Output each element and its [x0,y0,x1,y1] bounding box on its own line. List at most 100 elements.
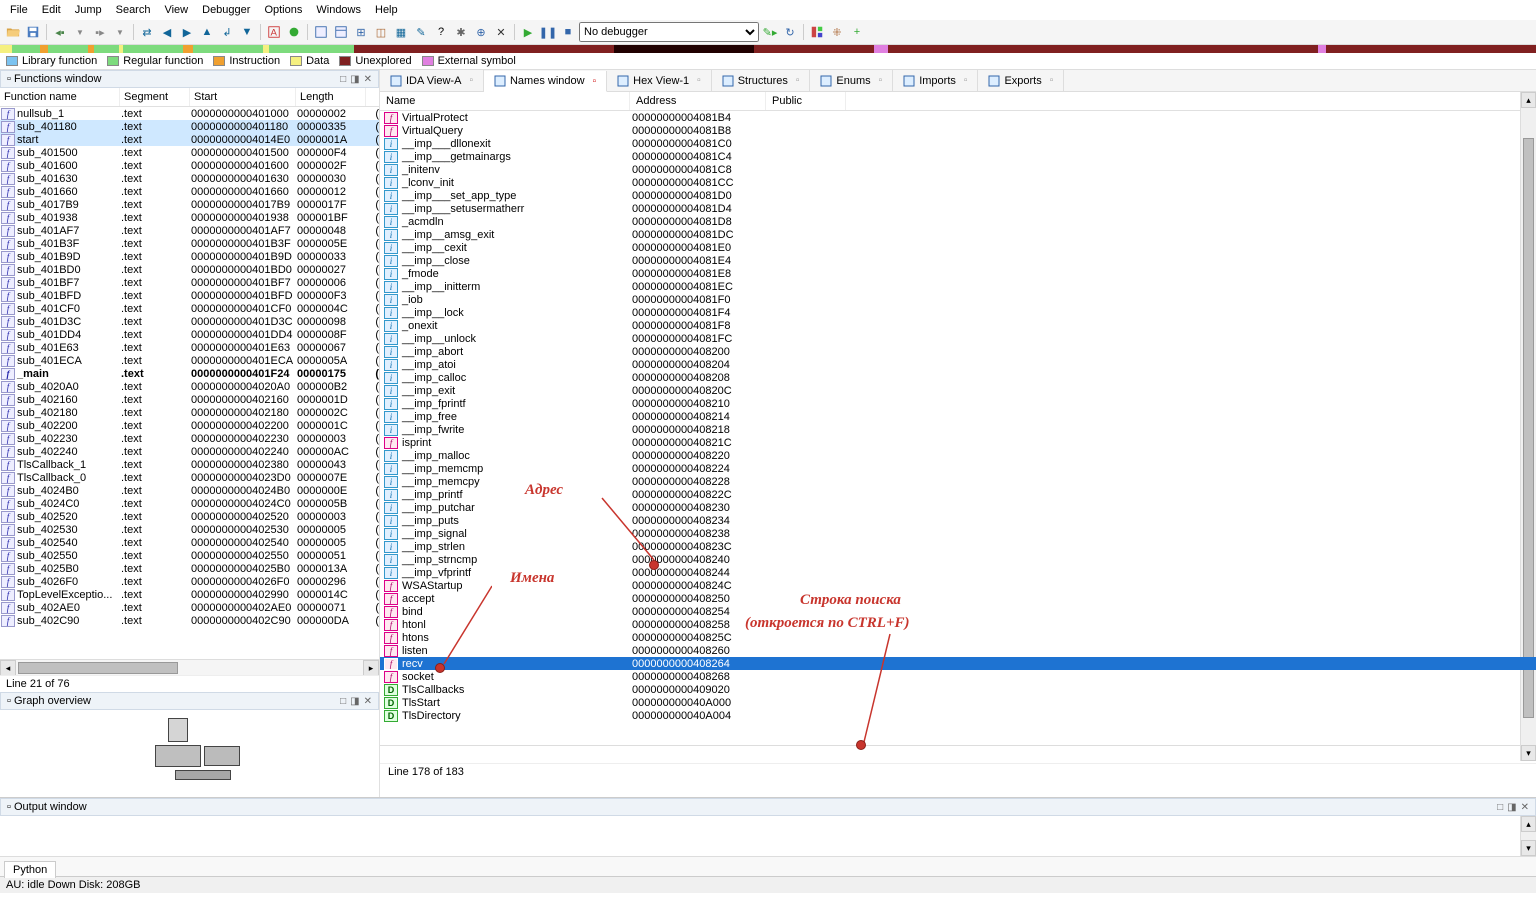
menu-debugger[interactable]: Debugger [196,2,256,18]
name-row[interactable]: i__imp__unlock00000000004081FC [380,332,1536,345]
return-icon[interactable]: ↲ [218,23,236,41]
function-row[interactable]: fsub_4020A0.text00000000004020A0000000B2… [0,380,379,393]
function-row[interactable]: fsub_402C90.text0000000000402C90000000DA… [0,614,379,627]
pause-icon[interactable]: ❚❚ [539,23,557,41]
db-icon[interactable]: ◫ [372,23,390,41]
name-row[interactable]: i__imp___set_app_type00000000004081D0 [380,189,1536,202]
close-panel-icon[interactable]: ✕ [364,74,372,85]
name-row[interactable]: i_onexit00000000004081F8 [380,319,1536,332]
name-row[interactable]: i__imp_memcpy0000000000408228 [380,475,1536,488]
output-body[interactable]: ▴▾ [0,816,1536,856]
function-row[interactable]: fsub_402AE0.text0000000000402AE000000071… [0,601,379,614]
up-icon[interactable]: ▲ [198,23,216,41]
function-row[interactable]: fsub_401CF0.text0000000000401CF00000004C… [0,302,379,315]
save-icon[interactable] [24,23,42,41]
fwd-drop-icon[interactable]: ▼ [111,23,129,41]
menu-view[interactable]: View [158,2,194,18]
open-icon[interactable] [4,23,22,41]
scroll-up-icon[interactable]: ▴ [1521,92,1536,108]
function-row[interactable]: fsub_401ECA.text0000000000401ECA0000005A… [0,354,379,367]
function-row[interactable]: fsub_402240.text0000000000402240000000AC… [0,445,379,458]
function-row[interactable]: fsub_4026F0.text00000000004026F000000296… [0,575,379,588]
tab-close-icon[interactable]: ▫ [593,76,597,87]
function-row[interactable]: fsub_401500.text0000000000401500000000F4… [0,146,379,159]
menu-windows[interactable]: Windows [310,2,367,18]
tab-close-icon[interactable]: ▫ [697,75,701,86]
name-row[interactable]: i__imp__initterm00000000004081EC [380,280,1536,293]
name-row[interactable]: i__imp_calloc0000000000408208 [380,371,1536,384]
text-icon[interactable]: A [265,23,283,41]
function-row[interactable]: f_main.text0000000000401F2400000175( [0,367,379,380]
name-row[interactable]: i__imp__close00000000004081E4 [380,254,1536,267]
name-row[interactable]: faccept0000000000408250 [380,592,1536,605]
nav-bar[interactable] [0,45,1536,53]
function-row[interactable]: fsub_402520.text000000000040252000000003… [0,510,379,523]
tab-structures[interactable]: Structures▫ [712,70,811,91]
function-row[interactable]: fstart.text00000000004014E00000001A( [0,133,379,146]
menu-file[interactable]: File [4,2,34,18]
qmark-icon[interactable]: ? [432,23,450,41]
function-row[interactable]: fTlsCallback_1.text000000000040238000000… [0,458,379,471]
function-row[interactable]: fsub_402530.text000000000040253000000005… [0,523,379,536]
tab-close-icon[interactable]: ▫ [879,75,883,86]
name-row[interactable]: i_acmdln00000000004081D8 [380,215,1536,228]
search-line[interactable] [380,745,1536,763]
function-row[interactable]: fsub_401180.text000000000040118000000335… [0,120,379,133]
name-row[interactable]: i__imp_vfprintf0000000000408244 [380,566,1536,579]
function-row[interactable]: fsub_401DD4.text0000000000401DD40000008F… [0,328,379,341]
name-row[interactable]: i__imp__cexit00000000004081E0 [380,241,1536,254]
win1-icon[interactable] [312,23,330,41]
function-row[interactable]: fsub_401D3C.text0000000000401D3C00000098… [0,315,379,328]
name-row[interactable]: fsocket0000000000408268 [380,670,1536,683]
function-row[interactable]: fsub_401660.text000000000040166000000012… [0,185,379,198]
function-row[interactable]: fsub_4024B0.text00000000004024B00000000E… [0,484,379,497]
menu-edit[interactable]: Edit [36,2,67,18]
menu-options[interactable]: Options [258,2,308,18]
back-drop-icon[interactable]: ▼ [71,23,89,41]
float-icon[interactable]: ◨ [350,74,359,85]
name-row[interactable]: i__imp_fprintf0000000000408210 [380,397,1536,410]
function-row[interactable]: fsub_401938.text0000000000401938000001BF… [0,211,379,224]
name-row[interactable]: DTlsCallbacks0000000000409020 [380,683,1536,696]
pin-icon[interactable]: □ [340,74,346,85]
name-row[interactable]: fVirtualQuery00000000004081B8 [380,124,1536,137]
left-icon[interactable]: ◀ [158,23,176,41]
function-row[interactable]: fsub_402160.text00000000004021600000001D… [0,393,379,406]
name-row[interactable]: i__imp_strlen000000000040823C [380,540,1536,553]
tab-close-icon[interactable]: ▫ [1050,75,1054,86]
function-row[interactable]: fsub_402200.text00000000004022000000001C… [0,419,379,432]
win2-icon[interactable] [332,23,350,41]
function-row[interactable]: fsub_402230.text000000000040223000000003… [0,432,379,445]
name-row[interactable]: i__imp_printf000000000040822C [380,488,1536,501]
function-row[interactable]: fsub_401600.text00000000004016000000002F… [0,159,379,172]
function-row[interactable]: fsub_4017B9.text00000000004017B90000017F… [0,198,379,211]
function-row[interactable]: fnullsub_1.text000000000040100000000002( [0,107,379,120]
menu-jump[interactable]: Jump [69,2,108,18]
circle-icon[interactable] [285,23,303,41]
bookmark-icon[interactable]: ⁜ [828,23,846,41]
tab-enums[interactable]: Enums▫ [810,70,893,91]
name-row[interactable]: fVirtualProtect00000000004081B4 [380,111,1536,124]
tab-ida-view-a[interactable]: IDA View-A▫ [380,70,484,91]
name-row[interactable]: i__imp_putchar0000000000408230 [380,501,1536,514]
fwd-icon[interactable]: ▪▸ [91,23,109,41]
debugger-select[interactable]: No debugger [579,22,759,42]
function-row[interactable]: fsub_401B9D.text0000000000401B9D00000033… [0,250,379,263]
function-row[interactable]: fsub_401AF7.text0000000000401AF700000048… [0,224,379,237]
function-row[interactable]: fTlsCallback_0.text00000000004023D000000… [0,471,379,484]
name-row[interactable]: frecv0000000000408264 [380,657,1536,670]
function-row[interactable]: fsub_402540.text000000000040254000000005… [0,536,379,549]
name-row[interactable]: i__imp_malloc0000000000408220 [380,449,1536,462]
function-row[interactable]: fsub_4024C0.text00000000004024C00000005B… [0,497,379,510]
name-row[interactable]: i_lconv_init00000000004081CC [380,176,1536,189]
tab-close-icon[interactable]: ▫ [469,75,473,86]
name-row[interactable]: i_iob00000000004081F0 [380,293,1536,306]
function-row[interactable]: fsub_401B3F.text0000000000401B3F0000005E… [0,237,379,250]
scroll-down-icon[interactable]: ▾ [1521,745,1536,761]
names-list[interactable]: fVirtualProtect00000000004081B4fVirtualQ… [380,111,1536,745]
name-row[interactable]: DTlsDirectory000000000040A004 [380,709,1536,722]
tab-exports[interactable]: Exports▫ [978,70,1064,91]
functions-list[interactable]: fnullsub_1.text000000000040100000000002(… [0,107,379,659]
function-row[interactable]: fsub_401BFD.text0000000000401BFD000000F3… [0,289,379,302]
dbg1-icon[interactable]: ✎▸ [761,23,779,41]
